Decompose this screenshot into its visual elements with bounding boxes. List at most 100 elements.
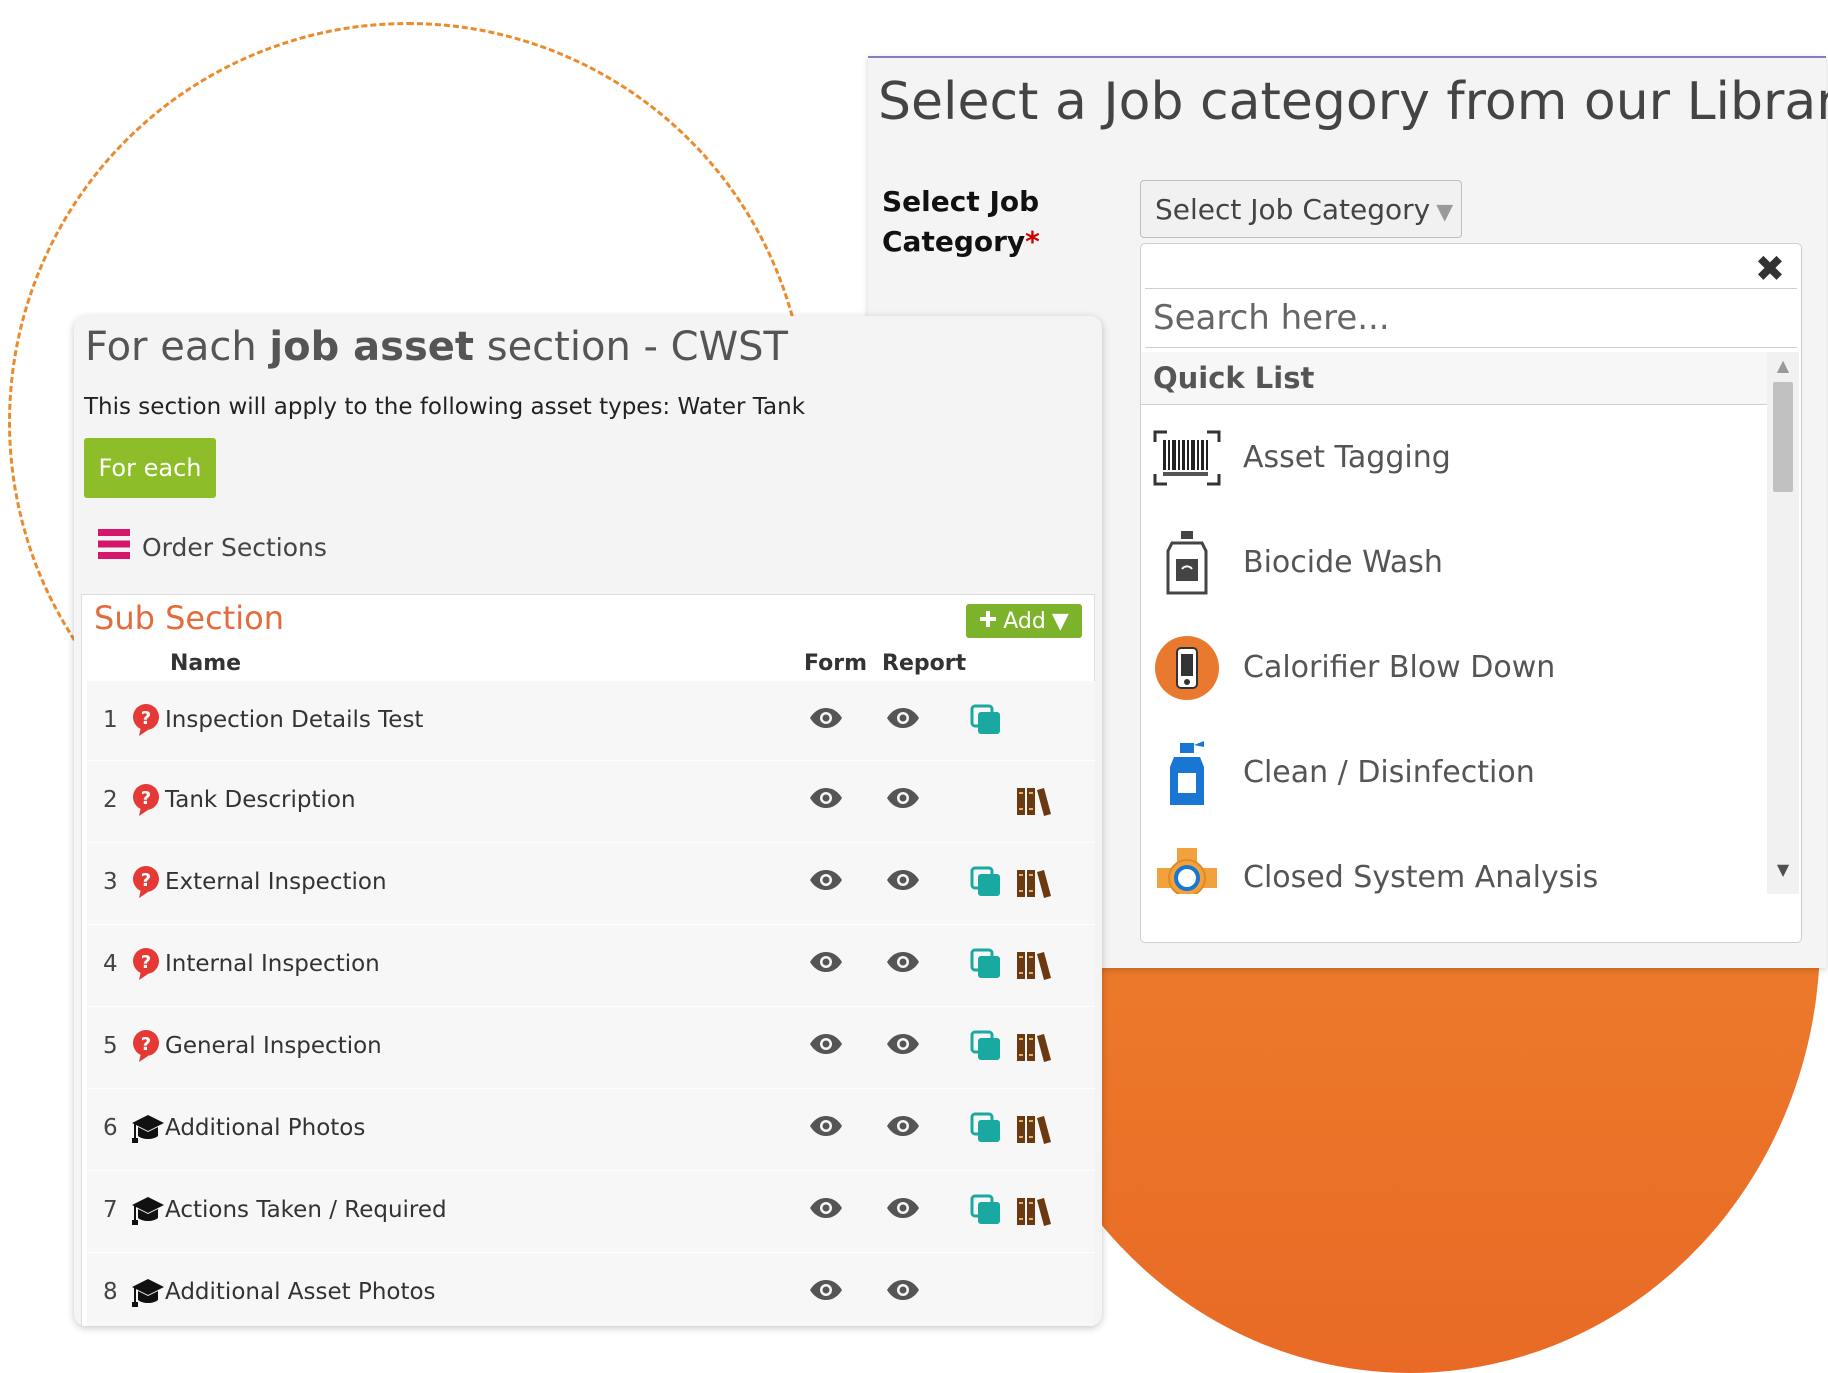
row-name[interactable]: General Inspection [165, 1033, 382, 1059]
category-option-label: Asset Tagging [1243, 440, 1451, 475]
form-eye-icon[interactable] [809, 1279, 843, 1305]
row-number: 6 [103, 1115, 118, 1141]
title-bold: job asset [269, 324, 475, 370]
category-option-asset-tagging[interactable]: Asset Tagging [1141, 405, 1767, 510]
report-eye-icon[interactable] [886, 1197, 920, 1223]
scroll-up-arrow-icon[interactable]: ▲ [1773, 356, 1793, 376]
sub-section-card: Sub Section Add ▼ Name Form Report 1? Ins… [81, 594, 1095, 1326]
scroll-down-arrow-icon[interactable]: ▼ [1773, 860, 1793, 880]
report-eye-icon[interactable] [886, 707, 920, 733]
job-category-label-text: Select Job Category [882, 185, 1040, 258]
add-button-label: Add [1003, 608, 1046, 634]
close-icon[interactable]: ✖ [1755, 250, 1785, 290]
table-row[interactable]: 8 Additional Asset Photos [87, 1253, 1095, 1326]
job-asset-section-panel: For each job asset section - CWST This s… [74, 316, 1102, 1326]
calorifier-icon [1153, 634, 1221, 702]
form-eye-icon[interactable] [809, 951, 843, 977]
category-list: Quick List Asset Tagging Biocide Wash Ca… [1141, 352, 1767, 894]
job-category-select[interactable]: Select Job Category ▼ [1140, 180, 1462, 238]
question-bubble-icon: ? [131, 703, 161, 741]
table-row[interactable]: 4? Internal Inspection [87, 925, 1095, 1007]
dropdown-scrollbar[interactable]: ▲ ▼ [1767, 352, 1799, 894]
table-row[interactable]: 6 Additional Photos [87, 1089, 1095, 1171]
category-option-calorifier-blow-down[interactable]: Calorifier Blow Down [1141, 615, 1767, 720]
category-option-closed-system-analysis[interactable]: Closed System Analysis [1141, 825, 1767, 894]
svg-text:?: ? [141, 870, 151, 891]
row-name[interactable]: External Inspection [165, 869, 387, 895]
form-eye-icon[interactable] [809, 707, 843, 733]
form-eye-icon[interactable] [809, 1115, 843, 1141]
column-header-form: Form [804, 651, 868, 676]
row-name[interactable]: Actions Taken / Required [165, 1197, 447, 1223]
report-eye-icon[interactable] [886, 869, 920, 895]
row-name[interactable]: Additional Asset Photos [165, 1279, 436, 1305]
category-search-input[interactable] [1145, 288, 1797, 348]
library-books-icon[interactable] [1016, 866, 1052, 902]
question-bubble-icon: ? [131, 1029, 161, 1067]
row-name[interactable]: Inspection Details Test [165, 707, 423, 733]
copy-icon[interactable] [970, 704, 1002, 740]
copy-icon[interactable] [970, 1030, 1002, 1066]
category-option-label: Calorifier Blow Down [1243, 650, 1556, 685]
form-eye-icon[interactable] [809, 1033, 843, 1059]
title-prefix: For each [85, 324, 270, 370]
graduation-cap-icon [131, 1193, 165, 1231]
table-row[interactable]: 1? Inspection Details Test [87, 681, 1095, 761]
row-name[interactable]: Internal Inspection [165, 951, 380, 977]
report-eye-icon[interactable] [886, 951, 920, 977]
report-eye-icon[interactable] [886, 1279, 920, 1305]
column-header-name: Name [170, 651, 242, 676]
form-eye-icon[interactable] [809, 1197, 843, 1223]
report-eye-icon[interactable] [886, 787, 920, 813]
row-name[interactable]: Tank Description [165, 787, 356, 813]
job-category-select-value: Select Job Category [1155, 193, 1431, 226]
copy-icon[interactable] [970, 948, 1002, 984]
table-row[interactable]: 2? Tank Description [87, 761, 1095, 843]
barcode-icon [1153, 424, 1221, 492]
svg-text:?: ? [141, 788, 151, 809]
library-books-icon[interactable] [1016, 1194, 1052, 1230]
row-number: 8 [103, 1279, 118, 1305]
table-row[interactable]: 5? General Inspection [87, 1007, 1095, 1089]
asset-types-description: This section will apply to the following… [84, 394, 806, 420]
caret-down-icon: ▼ [1051, 608, 1069, 634]
row-number: 2 [103, 787, 118, 813]
row-number: 1 [103, 707, 118, 733]
report-eye-icon[interactable] [886, 1033, 920, 1059]
question-bubble-icon: ? [131, 783, 161, 821]
copy-icon[interactable] [970, 1194, 1002, 1230]
form-eye-icon[interactable] [809, 787, 843, 813]
dropdown-arrow-icon: ▼ [1436, 200, 1454, 225]
copy-icon[interactable] [970, 866, 1002, 902]
order-sections-link[interactable]: Order Sections [98, 528, 327, 566]
report-eye-icon[interactable] [886, 1115, 920, 1141]
category-option-label: Closed System Analysis [1243, 860, 1599, 894]
table-row[interactable]: 7 Actions Taken / Required [87, 1171, 1095, 1253]
job-category-field-label: Select Job Category* [882, 182, 1072, 262]
row-number: 4 [103, 951, 118, 977]
job-category-dropdown: ✖ Quick List [1140, 243, 1802, 943]
sub-section-rows: 1? Inspection Details Test 2? Tank Descript… [87, 681, 1095, 1326]
category-option-label: Biocide Wash [1243, 545, 1443, 580]
graduation-cap-icon [131, 1111, 165, 1149]
sub-section-title: Sub Section [94, 599, 284, 637]
category-option-clean-disinfection[interactable]: Clean / Disinfection [1141, 720, 1767, 825]
graduation-cap-icon [131, 1275, 165, 1313]
for-each-button[interactable]: For each [84, 438, 216, 498]
row-name[interactable]: Additional Photos [165, 1115, 365, 1141]
library-books-icon[interactable] [1016, 948, 1052, 984]
form-eye-icon[interactable] [809, 869, 843, 895]
library-books-icon[interactable] [1016, 1112, 1052, 1148]
add-button[interactable]: Add ▼ [966, 604, 1082, 638]
copy-icon[interactable] [970, 1112, 1002, 1148]
section-panel-title: For each job asset section - CWST [85, 324, 788, 370]
library-books-icon[interactable] [1016, 1030, 1052, 1066]
quick-list-group-label: Quick List [1141, 352, 1767, 405]
library-books-icon[interactable] [1016, 784, 1052, 820]
category-option-biocide-wash[interactable]: Biocide Wash [1141, 510, 1767, 615]
pipe-sensor-icon [1153, 844, 1221, 894]
chemical-bottle-icon [1153, 529, 1221, 597]
table-row[interactable]: 3? External Inspection [87, 843, 1095, 925]
svg-text:?: ? [141, 708, 151, 729]
scrollbar-thumb[interactable] [1773, 382, 1793, 492]
